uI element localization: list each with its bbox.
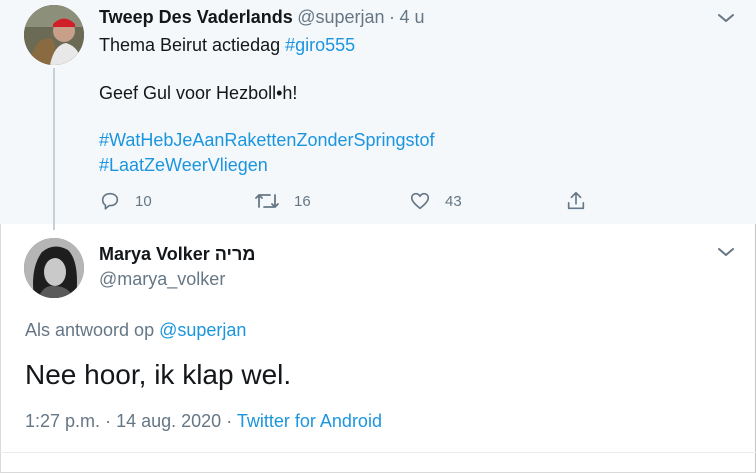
tweet-time[interactable]: 1:27 p.m. bbox=[25, 411, 100, 431]
chevron-down-icon[interactable] bbox=[714, 240, 738, 264]
tweet-actions: 10 16 43 bbox=[99, 188, 599, 214]
retweet-count: 16 bbox=[294, 192, 311, 210]
retweet-icon bbox=[255, 194, 279, 208]
thread-line bbox=[53, 68, 55, 230]
tweet-text-line2: Geef Gul voor Hezboll•h! bbox=[99, 83, 298, 103]
reply-button[interactable]: 10 bbox=[99, 188, 152, 214]
user-handle[interactable]: @superjan bbox=[297, 7, 384, 27]
like-count: 43 bbox=[445, 192, 462, 210]
tweet-text: Thema Beirut actiedag bbox=[99, 35, 286, 55]
hashtag-link[interactable]: #giro555 bbox=[285, 35, 355, 55]
tweet-date[interactable]: 14 aug. 2020 bbox=[116, 411, 221, 431]
like-button[interactable]: 43 bbox=[409, 188, 462, 214]
display-name[interactable]: Marya Volker מריה bbox=[99, 244, 255, 265]
tweet-text-line1: Thema Beirut actiedag #giro555 bbox=[99, 35, 355, 56]
tweet-text: Nee hoor, ik klap wel. bbox=[25, 359, 292, 390]
share-icon bbox=[567, 191, 585, 210]
share-button[interactable] bbox=[565, 188, 587, 214]
heart-icon bbox=[410, 192, 430, 210]
chevron-down-icon[interactable] bbox=[714, 6, 738, 30]
divider bbox=[0, 452, 756, 453]
retweet-button[interactable]: 16 bbox=[254, 188, 311, 214]
avatar[interactable] bbox=[24, 5, 84, 65]
avatar[interactable] bbox=[24, 238, 84, 298]
tweet-header: Tweep Des Vaderlands @superjan · 4 u bbox=[99, 7, 424, 28]
reply-context: Als antwoord op @superjan bbox=[25, 320, 246, 341]
separator-dot: · bbox=[226, 411, 233, 431]
tweet-meta: 1:27 p.m. · 14 aug. 2020 · Twitter for A… bbox=[25, 411, 382, 432]
reply-prefix: Als antwoord op bbox=[25, 320, 160, 340]
reply-icon bbox=[101, 192, 119, 210]
separator-dot: · bbox=[105, 411, 112, 431]
hashtag-link[interactable]: #LaatZeWeerVliegen bbox=[99, 155, 268, 176]
tweet-time[interactable]: 4 u bbox=[399, 7, 424, 27]
display-name[interactable]: Tweep Des Vaderlands bbox=[99, 7, 293, 27]
reply-handle-link[interactable]: @superjan bbox=[159, 320, 246, 340]
user-handle[interactable]: @marya_volker bbox=[99, 269, 225, 290]
parent-tweet[interactable]: Tweep Des Vaderlands @superjan · 4 u The… bbox=[0, 0, 756, 230]
source-link[interactable]: Twitter for Android bbox=[237, 411, 382, 431]
hashtag-link[interactable]: #WatHebJeAanRakettenZonderSpringstof bbox=[99, 130, 435, 151]
separator-dot: · bbox=[388, 7, 395, 27]
reply-count: 10 bbox=[135, 192, 152, 210]
